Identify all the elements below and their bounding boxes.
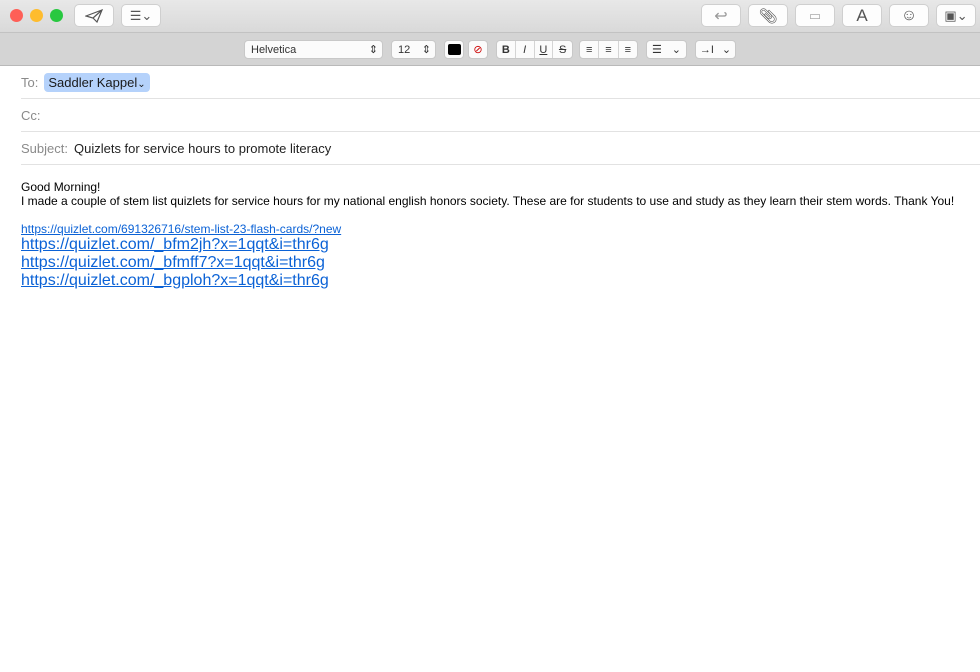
subject-value: Quizlets for service hours to promote li… bbox=[73, 140, 332, 156]
quizlet-link[interactable]: https://quizlet.com/691326716/stem-list-… bbox=[21, 222, 954, 236]
font-value: Helvetica bbox=[251, 43, 297, 56]
font-icon: A bbox=[856, 5, 868, 25]
recipient-token[interactable]: Saddler Kappel⌄ bbox=[44, 72, 150, 92]
quizlet-link[interactable]: https://quizlet.com/_bgploh?x=1qqt&i=thr… bbox=[21, 272, 954, 290]
minimize-button[interactable] bbox=[30, 9, 43, 22]
text-color-button[interactable] bbox=[444, 40, 464, 59]
style-group: B I U S bbox=[496, 40, 573, 59]
chevron-down-icon: ⌄ bbox=[721, 44, 732, 56]
subject-field[interactable]: Subject: Quizlets for service hours to p… bbox=[21, 132, 980, 165]
quizlet-link[interactable]: https://quizlet.com/_bfmff7?x=1qqt&i=thr… bbox=[21, 254, 954, 272]
close-button[interactable] bbox=[10, 9, 23, 22]
chevron-down-icon: ⌄ bbox=[137, 78, 146, 90]
title-bar: ☰⌄ ↩ 📎︎ ▭ A ☺ ▣⌄ bbox=[0, 0, 980, 33]
list-button[interactable]: ☰ ⌄ bbox=[646, 40, 687, 59]
format-fonts-button[interactable]: A bbox=[842, 4, 882, 27]
no-color-icon: ⊘ bbox=[473, 44, 483, 56]
bullet-list-icon: ☰ bbox=[651, 44, 662, 56]
black-swatch-icon bbox=[447, 44, 461, 55]
photo-browser-button[interactable]: ▣⌄ bbox=[936, 4, 976, 27]
italic-button[interactable]: I bbox=[516, 41, 535, 58]
background-color-button[interactable]: ⊘ bbox=[468, 40, 488, 59]
to-field[interactable]: To: Saddler Kappel⌄ bbox=[21, 66, 980, 99]
zoom-button[interactable] bbox=[50, 9, 63, 22]
chevron-down-icon: ⌄ bbox=[671, 44, 682, 56]
emoji-button[interactable]: ☺ bbox=[889, 4, 929, 27]
align-left-icon: ≡ bbox=[585, 43, 593, 56]
format-bar: Helvetica ⇕ 12 ⇕ ⊘ B I U S ≡ ≡ ≡ ☰ ⌄ →I ⌄ bbox=[0, 33, 980, 66]
reply-arrow-icon: ↩ bbox=[714, 7, 728, 25]
attach-button[interactable]: 📎︎ bbox=[748, 4, 788, 27]
photo-icon: ▣⌄ bbox=[944, 7, 968, 23]
subject-label: Subject: bbox=[21, 140, 68, 156]
size-value: 12 bbox=[398, 43, 411, 56]
align-right-button[interactable]: ≡ bbox=[619, 41, 637, 58]
bold-button[interactable]: B bbox=[497, 41, 516, 58]
strikethrough-button[interactable]: S bbox=[553, 41, 572, 58]
align-left-button[interactable]: ≡ bbox=[580, 41, 600, 58]
paperclip-icon: 📎︎ bbox=[758, 7, 778, 25]
underline-button[interactable]: U bbox=[535, 41, 554, 58]
markup-button[interactable]: ▭ bbox=[795, 4, 835, 27]
send-button[interactable] bbox=[74, 4, 114, 27]
greeting: Good Morning! bbox=[21, 180, 101, 194]
align-group: ≡ ≡ ≡ bbox=[579, 40, 638, 59]
font-size-select[interactable]: 12 ⇕ bbox=[391, 40, 436, 59]
markup-icon: ▭ bbox=[808, 7, 822, 23]
header-fields-button[interactable]: ☰⌄ bbox=[121, 4, 161, 27]
align-center-icon: ≡ bbox=[605, 43, 612, 56]
message-text: I made a couple of stem list quizlets fo… bbox=[21, 194, 955, 208]
stepper-icon: ⇕ bbox=[368, 44, 378, 56]
align-right-icon: ≡ bbox=[624, 43, 632, 56]
quizlet-link[interactable]: https://quizlet.com/_bfm2jh?x=1qqt&i=thr… bbox=[21, 236, 954, 254]
cc-label: Cc: bbox=[21, 107, 41, 123]
smiley-icon: ☺ bbox=[900, 6, 918, 24]
cc-field[interactable]: Cc: bbox=[21, 99, 980, 132]
indent-button[interactable]: →I ⌄ bbox=[695, 40, 736, 59]
font-select[interactable]: Helvetica ⇕ bbox=[244, 40, 383, 59]
align-center-button[interactable]: ≡ bbox=[599, 41, 619, 58]
stepper-icon: ⇕ bbox=[421, 44, 431, 56]
to-label: To: bbox=[21, 74, 39, 90]
indent-icon: →I bbox=[699, 43, 714, 56]
paper-plane-icon bbox=[85, 8, 103, 23]
message-body[interactable]: Good Morning! I made a couple of stem li… bbox=[21, 180, 954, 290]
recipient-name: Saddler Kappel bbox=[48, 74, 138, 90]
reply-button[interactable]: ↩ bbox=[701, 4, 741, 27]
list-chevron-icon: ☰⌄ bbox=[129, 7, 153, 23]
